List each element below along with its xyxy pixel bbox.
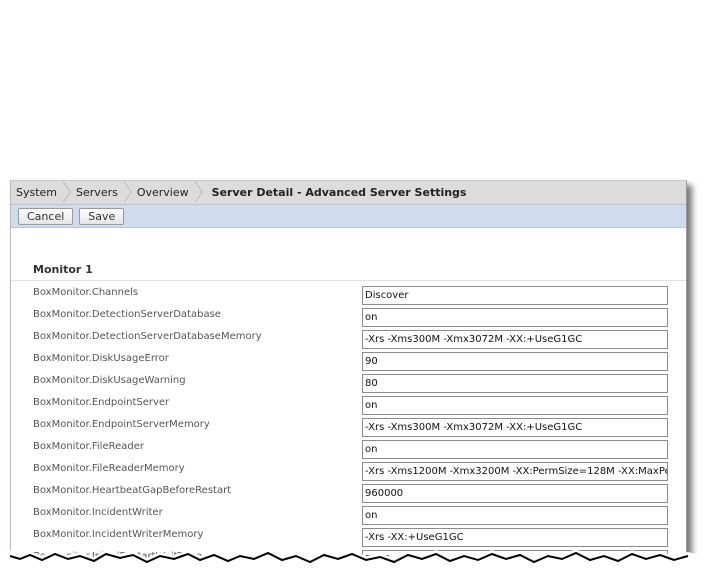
breadcrumb-current-page: Server Detail - Advanced Server Settings <box>207 181 470 204</box>
setting-value-field[interactable]: -Xrs -Xms1200M -Xmx3200M -XX:PermSize=12… <box>362 462 668 481</box>
setting-row: BoxMonitor.DiskUsageError 90 <box>11 351 686 373</box>
setting-row: BoxMonitor.FileReaderMemory -Xrs -Xms1200… <box>11 461 686 483</box>
breadcrumb-item-servers[interactable]: Servers <box>75 181 136 204</box>
breadcrumb-item-system[interactable]: System <box>15 181 75 204</box>
setting-row: BoxMonitor.EndpointServerMemory -Xrs -Xms… <box>11 417 686 439</box>
setting-row: BoxMonitor.IncidentWriter on <box>11 505 686 527</box>
setting-row: BoxMonitor.DetectionServerDatabase on <box>11 307 686 329</box>
breadcrumb-separator-icon <box>122 181 133 204</box>
setting-label: BoxMonitor.EndpointServerMemory <box>33 419 210 430</box>
setting-row: BoxMonitor.HeartbeatGapBeforeRestart 9600… <box>11 483 686 505</box>
breadcrumb-item-label: Overview <box>136 186 189 199</box>
torn-edge-decoration <box>0 549 724 581</box>
setting-label: BoxMonitor.Channels <box>33 287 139 298</box>
setting-value-field[interactable]: -Xrs -XX:+UseG1GC <box>362 528 668 547</box>
setting-label: BoxMonitor.DetectionServerDatabase <box>33 309 221 320</box>
setting-label: BoxMonitor.DiskUsageWarning <box>33 375 186 386</box>
setting-label: BoxMonitor.EndpointServer <box>33 397 170 408</box>
section-divider <box>11 280 686 281</box>
setting-value-field[interactable]: on <box>362 396 668 415</box>
breadcrumb-item-label: System <box>16 186 58 199</box>
setting-row: BoxMonitor.DiskUsageWarning 80 <box>11 373 686 395</box>
save-button[interactable]: Save <box>79 207 125 225</box>
setting-value-field[interactable]: 960000 <box>362 484 668 503</box>
cancel-button[interactable]: Cancel <box>18 207 74 225</box>
server-settings-window: System Servers Overview Server Detail - … <box>10 180 687 571</box>
section-title: Monitor 1 <box>33 263 93 276</box>
setting-label: BoxMonitor.HeartbeatGapBeforeRestart <box>33 485 232 496</box>
setting-row: BoxMonitor.EndpointServer on <box>11 395 686 417</box>
setting-value-field[interactable]: Discover <box>362 286 668 305</box>
setting-label: BoxMonitor.IncidentWriter <box>33 507 163 518</box>
setting-value-field[interactable]: -Xrs -Xms300M -Xmx3072M -XX:+UseG1GC <box>362 418 668 437</box>
page-title: Server Detail - Advanced Server Settings <box>211 186 467 199</box>
breadcrumb-item-overview[interactable]: Overview <box>136 181 207 204</box>
setting-row: BoxMonitor.FileReader on <box>11 439 686 461</box>
breadcrumb: System Servers Overview Server Detail - … <box>11 181 686 205</box>
breadcrumb-separator-icon <box>62 181 72 204</box>
setting-value-field[interactable]: on <box>362 506 668 525</box>
breadcrumb-separator-icon <box>193 181 204 204</box>
setting-label: BoxMonitor.IncidentWriterMemory <box>33 529 204 540</box>
setting-label: BoxMonitor.FileReaderMemory <box>33 463 185 474</box>
toolbar: Cancel Save <box>11 205 686 228</box>
setting-value-field[interactable]: 90 <box>362 352 668 371</box>
setting-label: BoxMonitor.DetectionServerDatabaseMemory <box>33 331 262 342</box>
setting-value-field[interactable]: -Xrs -Xms300M -Xmx3072M -XX:+UseG1GC <box>362 330 668 349</box>
setting-label: BoxMonitor.FileReader <box>33 441 144 452</box>
setting-row: BoxMonitor.Channels Discover <box>11 285 686 307</box>
setting-value-field[interactable]: on <box>362 308 668 327</box>
setting-value-field[interactable]: 80 <box>362 374 668 393</box>
setting-value-field[interactable]: on <box>362 440 668 459</box>
setting-row: BoxMonitor.DetectionServerDatabaseMemory… <box>11 329 686 351</box>
breadcrumb-item-label: Servers <box>76 186 118 199</box>
setting-label: BoxMonitor.DiskUsageError <box>33 353 169 364</box>
